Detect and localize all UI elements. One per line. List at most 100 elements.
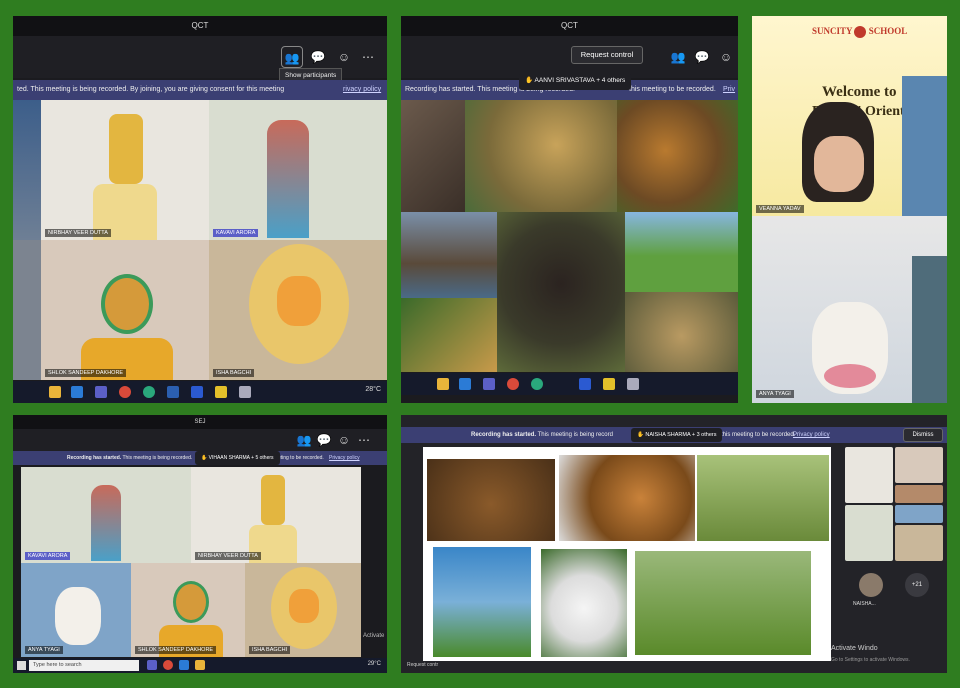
video-tile-giraffe[interactable]: NIRBHAY VEER DUTTA (41, 100, 209, 240)
word-icon[interactable] (579, 378, 591, 390)
word-icon[interactable] (191, 386, 203, 398)
welcome-line-1: Welcome to (822, 84, 897, 100)
raised-participant-name: NAISHA... (853, 601, 876, 607)
windows-taskbar (401, 373, 738, 395)
app-icon[interactable] (167, 386, 179, 398)
raised-hands-text: AANVI SRIVASTAVA + 4 others (534, 77, 626, 84)
hand-icon: ✋ (201, 455, 208, 461)
meeting-toolbar: 👥 💬 ☺ ⋯ (13, 429, 387, 451)
animal-elephant (401, 100, 465, 212)
participant-name: ISHA BAGCHI (249, 646, 291, 654)
animal-giraffe (401, 298, 497, 372)
chat-icon[interactable]: 💬 (313, 429, 335, 451)
side-tile-child[interactable] (895, 485, 943, 503)
explorer-icon[interactable] (49, 386, 61, 398)
animal-deer (697, 455, 829, 541)
privacy-link[interactable]: Privacy policy (793, 427, 830, 443)
reactions-icon[interactable]: ☺ (333, 429, 355, 451)
window-title: SEJ (13, 415, 387, 429)
privacy-link[interactable]: Privacy policy (329, 451, 360, 465)
child-body (267, 120, 309, 238)
edge-icon[interactable] (143, 386, 155, 398)
taskbar-search-input[interactable]: Type here to search (29, 660, 139, 671)
more-icon[interactable]: ⋯ (353, 429, 375, 451)
raised-participant-avatar[interactable] (859, 573, 883, 597)
chrome-icon[interactable] (119, 386, 131, 398)
chrome-icon[interactable] (507, 378, 519, 390)
window-title: QCT (401, 16, 738, 36)
side-tile-cow[interactable] (895, 505, 943, 523)
side-tile-hawaiian[interactable] (845, 505, 893, 561)
raised-hands-pill[interactable]: ✋ NAISHA SHARMA + 3 others (631, 428, 723, 442)
chat-icon[interactable]: 💬 (691, 46, 713, 68)
sticky-notes-icon[interactable] (215, 386, 227, 398)
animal-lion (559, 455, 695, 541)
windows-start-icon[interactable] (17, 661, 26, 670)
mask-face (173, 581, 209, 623)
explorer-icon[interactable] (437, 378, 449, 390)
participant-sidebar: +21 NAISHA... Activate Windo Go to Setti… (831, 447, 945, 673)
video-tile-green-mask[interactable]: SHLOK SANDEEP DAKHORE (41, 240, 209, 380)
lion-face (289, 589, 319, 623)
privacy-link[interactable]: rivacy policy (343, 80, 381, 100)
video-tile-left-strip (13, 100, 41, 240)
mail-icon[interactable] (459, 378, 471, 390)
raised-hands-pill[interactable]: ✋ AANVI SRIVASTAVA + 4 others (519, 72, 632, 90)
lion-face (277, 276, 321, 326)
reactions-icon[interactable]: ☺ (715, 46, 737, 68)
shared-slide (423, 447, 831, 661)
participant-name: KAVAVI ARORA (213, 229, 259, 237)
windows-taskbar: 28°C (13, 381, 387, 403)
mail-icon[interactable] (179, 660, 189, 670)
video-tile-hawaiian[interactable]: KAVAVI ARORA (21, 467, 191, 563)
video-tile-green-mask[interactable]: SHLOK SANDEEP DAKHORE (131, 563, 245, 657)
sticky-notes-icon[interactable] (603, 378, 615, 390)
teams-icon[interactable] (483, 378, 495, 390)
more-icon[interactable]: ⋯ (357, 46, 379, 68)
dismiss-button[interactable]: Dismiss (903, 428, 943, 442)
request-control-button[interactable]: Request control (571, 46, 643, 64)
teams-icon[interactable] (95, 386, 107, 398)
video-tile-lion[interactable]: ISHA BAGCHI (209, 240, 387, 380)
banner-text-right: this meeting to be recorded. (629, 86, 716, 93)
participants-icon[interactable]: 👥 (667, 46, 689, 68)
mask-face (101, 274, 153, 334)
chat-icon[interactable]: 💬 (307, 46, 329, 68)
participants-icon[interactable]: 👥 (281, 46, 303, 68)
adult-side (912, 256, 947, 403)
video-tile-hawaiian[interactable]: KAVAVI ARORA (209, 100, 387, 240)
participant-name: ANYA TYAGI (25, 646, 63, 654)
explorer-icon[interactable] (195, 660, 205, 670)
mail-icon[interactable] (71, 386, 83, 398)
paint-icon[interactable] (239, 386, 251, 398)
child-body (91, 485, 121, 561)
chrome-icon[interactable] (163, 660, 173, 670)
meeting-window-3: SUNCITY SCHOOL Welcome to Parents' Orien… (752, 16, 947, 403)
raised-hands-pill[interactable]: ✋ VIHAAN SHARMA + 5 others (195, 451, 280, 465)
reactions-icon[interactable]: ☺ (333, 46, 355, 68)
more-participants-button[interactable]: +21 (905, 573, 929, 597)
video-tile-cow-mask[interactable]: ANYA TYAGI (752, 216, 947, 403)
participants-icon[interactable]: 👥 (293, 429, 315, 451)
side-tile-giraffe[interactable] (845, 447, 893, 503)
side-tile-green-mask[interactable] (895, 447, 943, 483)
meeting-window-5: Recording has started. This meeting is b… (401, 415, 947, 673)
side-tile-lion[interactable] (895, 525, 943, 561)
search-placeholder: Type here to search (33, 662, 82, 668)
video-tile-giraffe[interactable]: NIRBHAY VEER DUTTA (191, 467, 361, 563)
participant-name: ISHA BAGCHI (213, 369, 255, 377)
participant-name: NIRBHAY VEER DUTTA (45, 229, 111, 237)
banner-bold-text: Recording has started. (67, 455, 122, 461)
activate-windows-sub: Go to Settings to activate Windows. (831, 657, 910, 663)
paint-icon[interactable] (627, 378, 639, 390)
cow-mask (55, 587, 101, 645)
windows-taskbar: Type here to search 29°C (13, 658, 387, 673)
video-tile-lion[interactable]: ISHA BAGCHI (245, 563, 361, 657)
privacy-link[interactable]: Priv (723, 80, 735, 100)
animal-leopard (465, 100, 617, 212)
video-tile-cow-mask[interactable]: ANYA TYAGI (21, 563, 131, 657)
edge-icon[interactable] (531, 378, 543, 390)
video-tile-left-strip-2 (13, 240, 41, 380)
teams-icon[interactable] (147, 660, 157, 670)
animal-lizard (625, 292, 738, 372)
